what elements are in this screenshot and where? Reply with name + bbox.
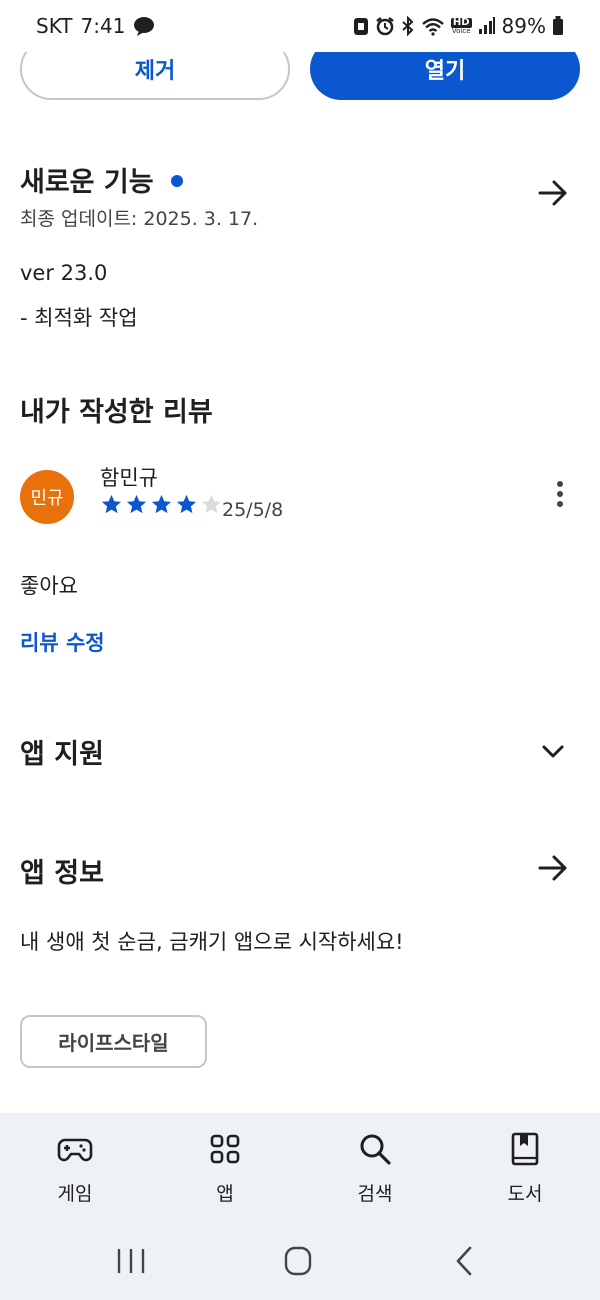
app-support-title: 앱 지원 [20, 739, 104, 770]
recent-apps-icon[interactable] [111, 1245, 151, 1277]
edit-review-link[interactable]: 리뷰 수정 [20, 627, 105, 657]
nav-item-books[interactable]: 도서 [470, 1127, 580, 1217]
star-empty-icon [201, 494, 222, 514]
app-support-row[interactable]: 앱 지원 [20, 732, 580, 782]
arrow-right-icon [538, 855, 567, 881]
book-icon [511, 1132, 539, 1166]
app-info-header[interactable]: 앱 정보 [20, 851, 580, 901]
alarm-icon [376, 17, 394, 36]
status-bar: SKT 7:41 HD Voice 89% [0, 0, 600, 52]
app-notification-icon [353, 18, 368, 35]
star-filled-icon [151, 494, 172, 514]
hd-label: HD [450, 16, 472, 28]
review-date: 25/5/8 [222, 499, 284, 521]
wifi-icon [422, 18, 444, 36]
star-filled-icon [176, 494, 197, 514]
bottom-nav: 게임 앱 검색 도서 [0, 1113, 600, 1300]
nav-label-apps: 앱 [216, 1183, 234, 1205]
system-navigation-bar [0, 1235, 600, 1290]
my-review-title: 내가 작성한 리뷰 [20, 397, 213, 428]
last-updated-date: 최종 업데이트: 2025. 3. 17. [20, 208, 259, 230]
chat-bubble-icon [134, 17, 155, 36]
hd-voice-icon: HD Voice [450, 16, 472, 35]
back-icon[interactable] [446, 1245, 486, 1277]
status-right: HD Voice 89% [353, 14, 564, 38]
nav-item-games[interactable]: 게임 [20, 1127, 130, 1217]
carrier-label: SKT [36, 14, 73, 38]
gamepad-icon [57, 1138, 93, 1162]
arrow-right-icon[interactable] [536, 176, 570, 210]
star-rating [100, 493, 223, 519]
app-info-title: 앱 정보 [20, 858, 104, 889]
star-filled-icon [126, 494, 147, 514]
nav-label-books: 도서 [507, 1183, 543, 1205]
nav-item-apps[interactable]: 앱 [170, 1127, 280, 1217]
nav-label-games: 게임 [57, 1183, 93, 1205]
chevron-down-icon [542, 745, 564, 758]
bluetooth-icon [402, 16, 414, 36]
category-chip[interactable]: 라이프스타일 [20, 1015, 207, 1068]
star-filled-icon [101, 494, 122, 514]
reviewer-name: 함민규 [100, 466, 158, 490]
changelog-text: - 최적화 작업 [20, 306, 138, 330]
new-indicator-dot [170, 174, 183, 187]
time-label: 7:41 [80, 14, 126, 38]
whats-new-title: 새로운 기능 [20, 167, 154, 198]
avatar: 민규 [20, 470, 74, 524]
my-review-section: 내가 작성한 리뷰 [20, 390, 580, 429]
apps-grid-icon [210, 1134, 240, 1164]
home-icon[interactable] [278, 1245, 318, 1277]
status-left: SKT 7:41 [36, 14, 155, 38]
nav-item-search[interactable]: 검색 [320, 1127, 430, 1217]
search-icon [360, 1134, 391, 1165]
nav-label-search: 검색 [357, 1183, 393, 1205]
review-text: 좋아요 [20, 574, 78, 598]
signal-icon [478, 17, 495, 34]
battery-icon [553, 16, 563, 35]
more-options-icon[interactable] [549, 481, 571, 513]
voice-label: Voice [451, 26, 471, 35]
battery-percent: 89% [501, 14, 546, 38]
app-description: 내 생애 첫 순금, 금캐기 앱으로 시작하세요! [20, 930, 404, 954]
version-label: ver 23.0 [20, 261, 108, 285]
